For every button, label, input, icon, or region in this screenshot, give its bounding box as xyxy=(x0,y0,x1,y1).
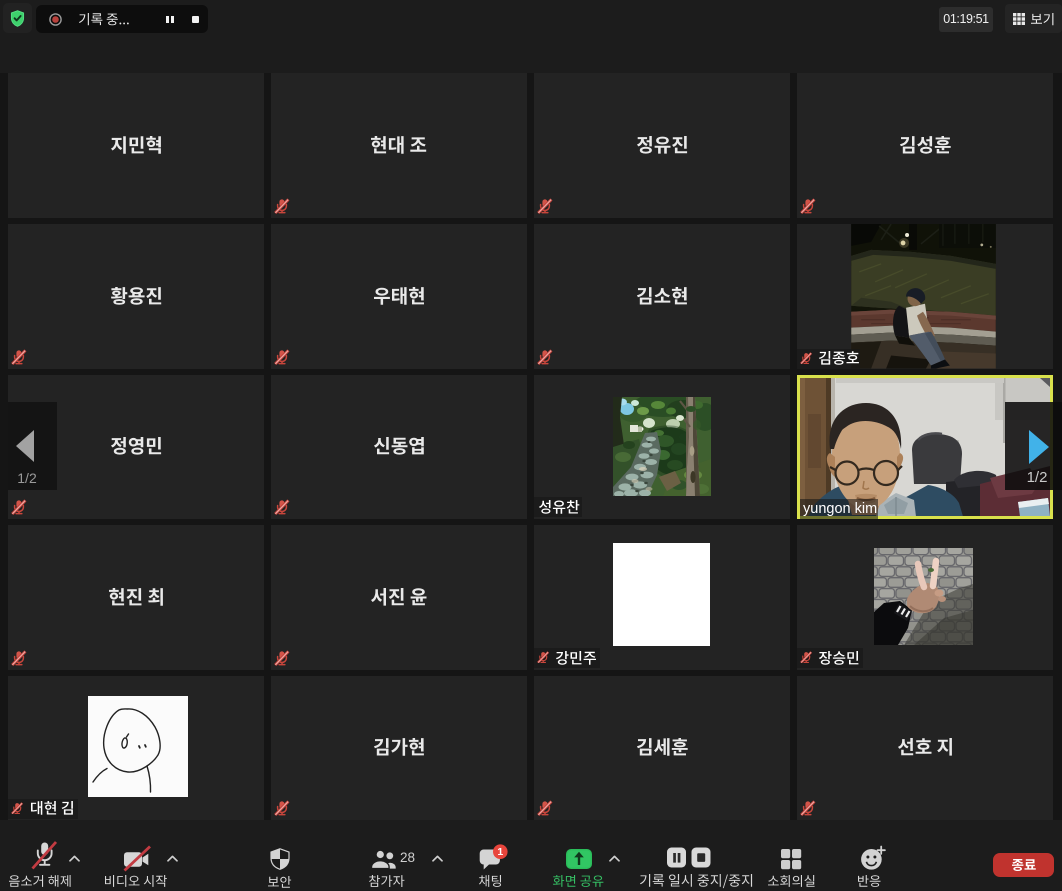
svg-text:1: 1 xyxy=(497,846,503,858)
